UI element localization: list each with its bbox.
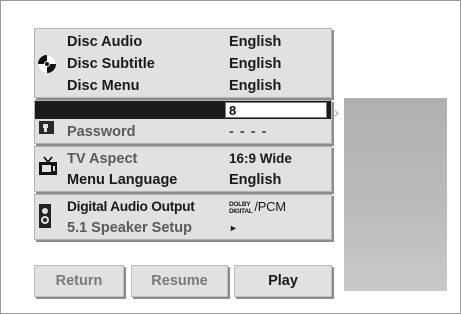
resume-button[interactable]: Resume [131,265,228,297]
speaker-setup-label: 5.1 Speaker Setup [67,220,192,236]
disc-subtitle-label: Disc Subtitle [67,56,155,72]
play-button[interactable]: Play [234,265,332,297]
disc-audio-row[interactable]: Disc Audio English [67,32,327,52]
lock-icon [38,119,56,140]
menu-language-row[interactable]: Menu Language English [67,170,327,190]
disc-audio-value: English [229,34,282,50]
play-triangle-icon: ► [229,223,238,233]
menu-language-value: English [229,172,282,188]
pcm-text: /PCM [254,199,286,214]
return-button[interactable]: Return [34,265,124,297]
disc-subtitle-row[interactable]: Disc Subtitle English [67,54,327,74]
setup-menu-screen: Disc Audio English Disc Subtitle English… [0,0,461,314]
digital-audio-output-row[interactable]: Digital Audio Output DOLBY DIGITAL/PCM [67,197,329,217]
preview-panel [344,98,447,291]
disc-audio-label: Disc Audio [67,34,143,50]
digital-audio-output-value: DOLBY DIGITAL/PCM [229,197,286,217]
disc-menu-row[interactable]: Disc Menu English [67,76,327,96]
dolby-logo-line2: DIGITAL [229,207,253,215]
password-label: Password [67,124,136,140]
chevron-right-icon: › [334,104,339,120]
dolby-logo-line1: DOLBY [229,200,251,208]
speaker-setup-row[interactable]: 5.1 Speaker Setup ► [67,218,327,238]
digital-audio-output-label: Digital Audio Output [67,199,195,214]
disc-menu-label: Disc Menu [67,78,140,94]
disc-subtitle-value: English [229,56,282,72]
dolby-digital-logo: DOLBY DIGITAL [229,200,253,215]
password-row[interactable]: Password - - - - [67,122,327,142]
menu-language-label: Menu Language [67,172,178,188]
password-value: - - - - [229,124,268,140]
tv-aspect-value: 16:9 Wide [229,151,292,166]
tv-aspect-label: TV Aspect [67,151,138,167]
rating-value-box[interactable]: 8 [225,102,327,118]
disc-menu-value: English [229,78,282,94]
speaker-icon [38,203,52,234]
tv-icon [38,156,58,183]
tv-aspect-row[interactable]: TV Aspect 16:9 Wide [67,149,327,169]
disc-icon [37,54,57,79]
